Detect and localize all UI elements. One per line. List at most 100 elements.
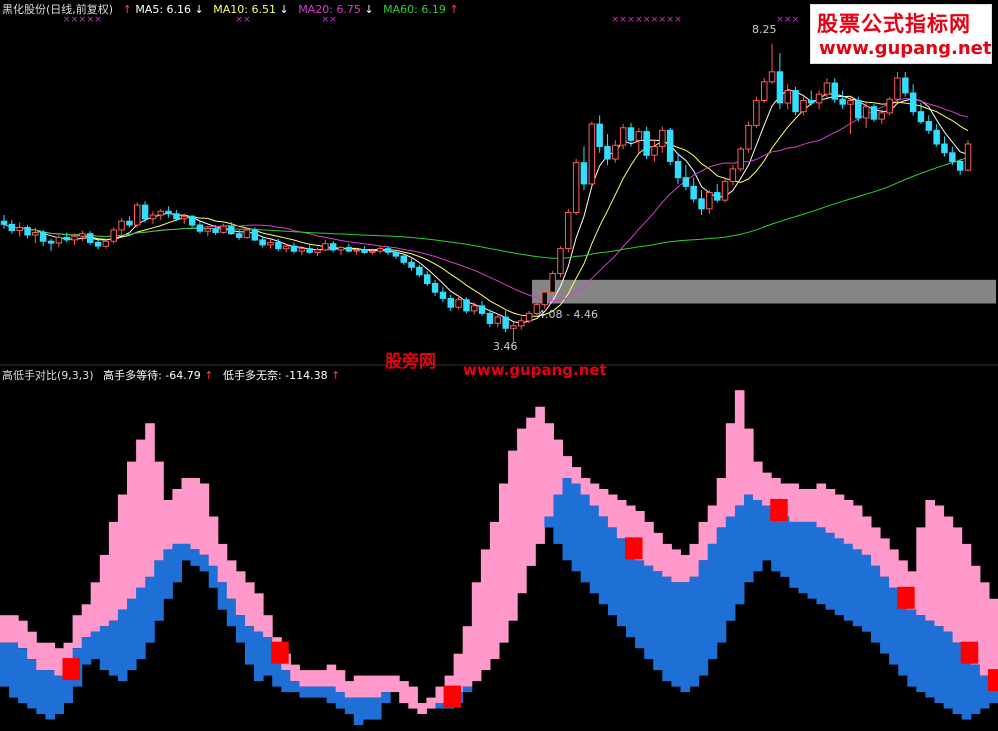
blue-bar xyxy=(825,532,836,610)
up-arrow-icon: ↑ xyxy=(449,3,459,16)
candle-body xyxy=(612,144,619,160)
pink-bar xyxy=(734,390,745,506)
indicator-name: 高低手对比(9,3,3) xyxy=(2,369,94,382)
x-marker: × xyxy=(94,15,102,25)
blue-bar xyxy=(208,565,219,588)
candle-body xyxy=(228,225,235,235)
blue-bar xyxy=(462,686,473,693)
candle-body xyxy=(400,255,407,263)
blue-bar xyxy=(671,582,681,687)
candle-body xyxy=(619,127,627,146)
candle-body xyxy=(502,316,509,329)
candle-body xyxy=(549,273,556,293)
ma10-label: MA10: 6.51 xyxy=(213,3,276,16)
pink-bar xyxy=(798,489,808,522)
low-price-label: 3.46 xyxy=(493,340,518,353)
candle-body xyxy=(118,220,125,231)
pink-bar xyxy=(263,615,273,638)
blue-bar xyxy=(226,598,237,627)
pink-bar xyxy=(290,664,300,682)
pink-bar xyxy=(871,527,881,566)
candle-body xyxy=(635,131,643,141)
pink-bar xyxy=(27,631,37,660)
pink-bar xyxy=(480,549,491,671)
blue-bar xyxy=(344,697,355,715)
pink-bar xyxy=(353,675,364,698)
pink-bar xyxy=(716,478,727,528)
pink-bar xyxy=(544,423,554,517)
pink-bar xyxy=(707,505,718,544)
candle-body xyxy=(486,312,494,324)
pink-bar xyxy=(344,681,355,698)
pink-bar xyxy=(916,527,926,616)
candle-body xyxy=(196,224,204,232)
candle-body xyxy=(580,162,588,185)
candle-body xyxy=(416,266,423,276)
low-hand-value: 低手多无奈: -114.38 xyxy=(222,369,328,382)
x-marker: × xyxy=(792,15,800,25)
blue-bar xyxy=(299,686,309,698)
indicator-panel xyxy=(0,390,998,725)
blue-bar xyxy=(698,560,709,676)
blue-bar xyxy=(290,681,300,693)
pink-bar xyxy=(308,670,319,687)
candle-body xyxy=(721,180,729,201)
blue-bar xyxy=(626,549,636,638)
pink-bar xyxy=(190,478,201,550)
pink-bar xyxy=(426,697,436,709)
candle-body xyxy=(784,90,791,104)
up-arrow-icon: ↑ xyxy=(204,369,214,382)
pink-bar xyxy=(317,670,328,687)
candle-body xyxy=(392,251,400,257)
up-arrow-icon: ↑ xyxy=(331,369,341,382)
blue-bar xyxy=(381,692,391,704)
pink-bar xyxy=(834,494,845,539)
candle-body xyxy=(933,129,940,145)
pink-bar xyxy=(335,670,346,693)
x-marker: × xyxy=(666,15,674,25)
blue-bar xyxy=(136,587,146,660)
pink-bar xyxy=(925,500,935,621)
candle-body xyxy=(361,249,368,253)
candle-body xyxy=(690,185,697,200)
pink-bar xyxy=(961,543,972,654)
candle-body xyxy=(235,233,243,238)
pink-bar xyxy=(644,521,654,566)
pink-bar xyxy=(598,489,609,517)
signal-bar xyxy=(271,641,289,664)
pink-bar xyxy=(0,615,10,643)
pink-bar xyxy=(861,516,872,555)
x-marker: × xyxy=(619,15,627,25)
signal-bar xyxy=(625,537,643,560)
candle-body xyxy=(439,291,447,299)
signal-bar xyxy=(897,586,915,609)
candle-body xyxy=(369,250,376,253)
candle-body xyxy=(298,248,306,252)
pink-bar xyxy=(725,423,736,517)
pink-bar xyxy=(36,642,46,671)
blue-bar xyxy=(81,637,92,665)
candle-body xyxy=(682,177,690,187)
down-arrow-icon: ↓ xyxy=(364,3,374,16)
ma-line-ma20 xyxy=(3,97,969,302)
blue-bar xyxy=(789,521,799,588)
pink-bar xyxy=(807,489,818,522)
blue-bar xyxy=(235,615,246,643)
candle-body xyxy=(16,227,23,232)
candle-body xyxy=(698,198,705,210)
candle-body xyxy=(337,246,345,251)
blue-bar xyxy=(90,631,101,660)
pink-bar xyxy=(571,467,582,484)
blue-bar xyxy=(54,675,64,714)
blue-bar xyxy=(217,582,228,610)
pink-bar xyxy=(408,686,418,709)
candle-body xyxy=(149,214,157,220)
candle-body xyxy=(949,152,956,163)
zone-price-label: 4.08 - 4.46 xyxy=(538,308,598,321)
pink-bar xyxy=(145,423,155,577)
pink-bar xyxy=(235,571,246,616)
ma5-label: MA5: 6.16 xyxy=(135,3,192,16)
blue-bar xyxy=(852,549,863,627)
pink-bar xyxy=(117,494,128,610)
pink-bar xyxy=(553,439,563,495)
